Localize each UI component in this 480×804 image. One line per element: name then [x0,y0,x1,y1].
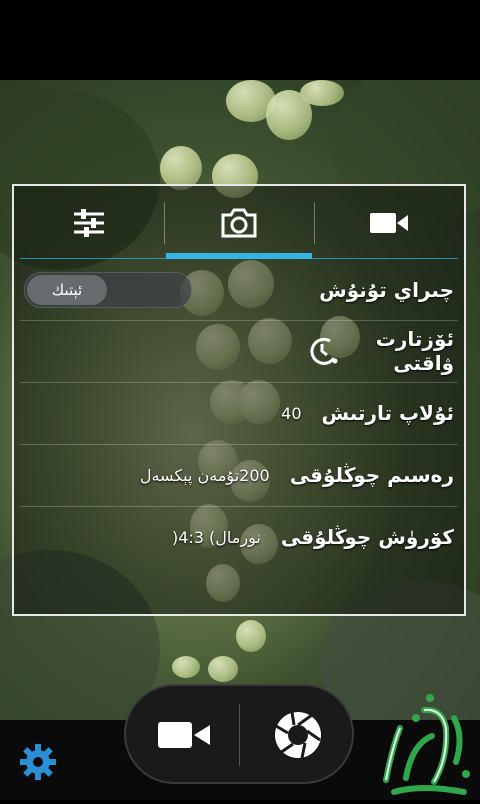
sliders-icon [74,209,104,237]
quality-value: 40 [281,403,302,423]
grape [208,656,238,682]
setting-row-timer[interactable]: ئۆزتارت ۋاقتى [24,321,454,381]
setting-row-resolution[interactable]: 200تۇمەن پېكسەل رەسىم چوڭلۇقى [24,445,454,505]
preview-size-label: كۆرۈش چوڭلۇقى [280,525,454,549]
video-camera-icon [370,213,408,233]
tab-divider [164,202,165,244]
preview-size-value: نورمال) 4:3( [171,527,261,547]
aperture-icon [275,711,321,759]
shutter-button[interactable] [248,696,348,774]
timer-label: ئۆزتارت ۋاقتى [375,327,454,375]
controls-divider [239,704,240,766]
record-video-button[interactable] [134,696,234,774]
settings-tab-bar [14,186,464,260]
resolution-label: رەسىم چوڭلۇقى [289,463,454,487]
top-status-area [0,0,480,80]
grape [172,656,200,678]
tab-settings-sliders[interactable] [14,186,164,260]
video-camera-icon [158,722,210,748]
resolution-value: 200تۇمەن پېكسەل [139,465,270,485]
timer-value-area [24,336,338,366]
active-tab-indicator [166,253,312,259]
setting-row-quality[interactable]: 40 ئۇلاپ تارتىش [24,383,454,443]
tab-video[interactable] [314,186,464,260]
grape [236,620,266,652]
setting-row-preview-size[interactable]: نورمال) 4:3( كۆرۈش چوڭلۇقى [24,507,454,567]
camera-icon [221,208,257,238]
watermark-logo [372,688,476,800]
face-detect-toggle[interactable]: ئېتىك [24,272,192,308]
camera-settings-panel: ئېتىك چىراي تۇنۇش ئۆزتارت ۋاقتى 40 ئۇلاپ… [12,184,466,616]
tab-divider [314,202,315,244]
quality-label: ئۇلاپ تارتىش [321,401,454,425]
toggle-knob-label: ئېتىك [27,275,107,305]
calligraphy-logo-icon [383,694,470,795]
grape [300,80,344,106]
settings-gear-button[interactable] [18,742,58,782]
face-detect-label: چىراي تۇنۇش [319,278,454,302]
tab-photo[interactable] [164,186,314,260]
gear-icon [20,744,56,780]
capture-controls [124,684,354,784]
setting-row-face-detect[interactable]: ئېتىك چىراي تۇنۇش [24,260,454,320]
